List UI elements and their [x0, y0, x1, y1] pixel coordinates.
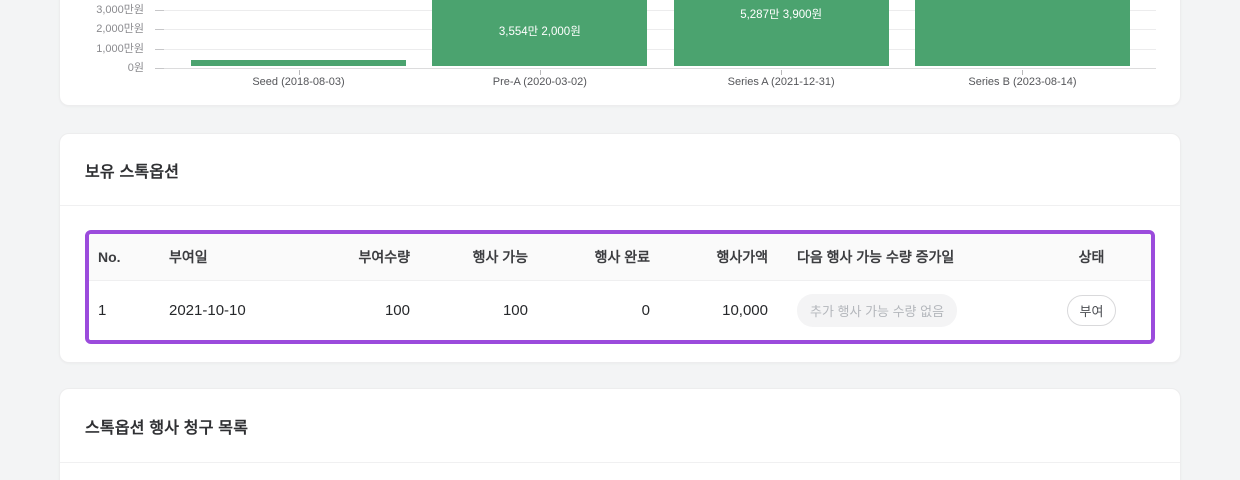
held-stock-options-card: 보유 스톡옵션 No. 부여일 부여수량 행사 가능 행사 완료 행사가액 다 — [59, 133, 1181, 363]
chart-x-tick-label: Series A (2021-12-31) — [661, 76, 901, 88]
chart-y-tick — [155, 29, 164, 30]
funding-round-chart-card: 0원 1,000만원 2,000만원 3,000만원 Seed (2018-08-03)… — [59, 0, 1181, 106]
chart-x-tick — [540, 70, 541, 75]
chart-y-tick — [155, 49, 164, 50]
chart-x-tick-label: Series B (2023-08-14) — [902, 76, 1142, 88]
exercise-request-list-card: 스톡옵션 행사 청구 목록 — [59, 388, 1181, 480]
chart-x-tick — [781, 70, 782, 75]
chart-y-tick-label: 2,000만원 — [60, 22, 144, 36]
cell-next-increase: 추가 행사 가능 수량 없음 — [768, 280, 1030, 340]
chart-bar — [915, 0, 1130, 66]
col-grant-date: 부여일 — [159, 234, 329, 280]
chart-y-tick — [155, 68, 164, 69]
chart-y-tick-label: 0원 — [60, 61, 144, 75]
chart-x-tick — [1022, 70, 1023, 75]
status-badge: 부여 — [1067, 295, 1117, 326]
bar-chart: 0원 1,000만원 2,000만원 3,000만원 Seed (2018-08-03)… — [60, 0, 1180, 105]
stock-option-page: 0원 1,000만원 2,000만원 3,000만원 Seed (2018-08-03)… — [0, 0, 1240, 480]
exercise-request-list-header: 스톡옵션 행사 청구 목록 — [60, 389, 1180, 463]
col-granted-qty: 부여수량 — [329, 234, 410, 280]
col-next-increase: 다음 행사 가능 수량 증가일 — [768, 234, 1030, 280]
stock-option-table: No. 부여일 부여수량 행사 가능 행사 완료 행사가액 다음 행사 가능 수… — [89, 234, 1153, 340]
cell-status: 부여 — [1030, 280, 1153, 340]
no-additional-qty-pill: 추가 행사 가능 수량 없음 — [797, 294, 957, 327]
cell-exercised: 0 — [528, 280, 650, 340]
cell-exercisable: 100 — [410, 280, 528, 340]
col-exercisable: 행사 가능 — [410, 234, 528, 280]
chart-y-tick — [155, 10, 164, 11]
chart-x-tick-label: Seed (2018-08-03) — [179, 76, 419, 88]
chart-bar: 5,287만 3,900원 — [674, 0, 889, 66]
col-status: 상태 — [1030, 234, 1153, 280]
cell-price: 10,000 — [650, 280, 768, 340]
chart-bar-value-label: 3,554만 2,000원 — [499, 23, 581, 39]
chart-gridline — [161, 68, 1156, 69]
table-row[interactable]: 1 2021-10-10 100 100 0 10,000 추가 행사 가능 수… — [89, 280, 1153, 340]
chart-x-tick-label: Pre-A (2020-03-02) — [420, 76, 660, 88]
chart-x-tick — [299, 70, 300, 75]
held-stock-options-header: 보유 스톡옵션 — [60, 134, 1180, 206]
col-exercised: 행사 완료 — [528, 234, 650, 280]
col-no: No. — [89, 234, 159, 280]
chart-bar: 3,554만 2,000원 — [432, 0, 647, 66]
table-header-row: No. 부여일 부여수량 행사 가능 행사 완료 행사가액 다음 행사 가능 수… — [89, 234, 1153, 280]
cell-no: 1 — [89, 280, 159, 340]
cell-grant-date: 2021-10-10 — [159, 280, 329, 340]
held-stock-options-title: 보유 스톡옵션 — [85, 158, 179, 182]
chart-y-tick-label: 3,000만원 — [60, 3, 144, 17]
chart-bar — [191, 60, 406, 66]
cell-granted-qty: 100 — [329, 280, 410, 340]
stock-option-table-highlight[interactable]: No. 부여일 부여수량 행사 가능 행사 완료 행사가액 다음 행사 가능 수… — [85, 230, 1155, 344]
col-price: 행사가액 — [650, 234, 768, 280]
chart-y-tick-label: 1,000만원 — [60, 42, 144, 56]
exercise-request-list-title: 스톡옵션 행사 청구 목록 — [85, 414, 248, 438]
chart-bar-value-label: 5,287만 3,900원 — [740, 6, 822, 22]
